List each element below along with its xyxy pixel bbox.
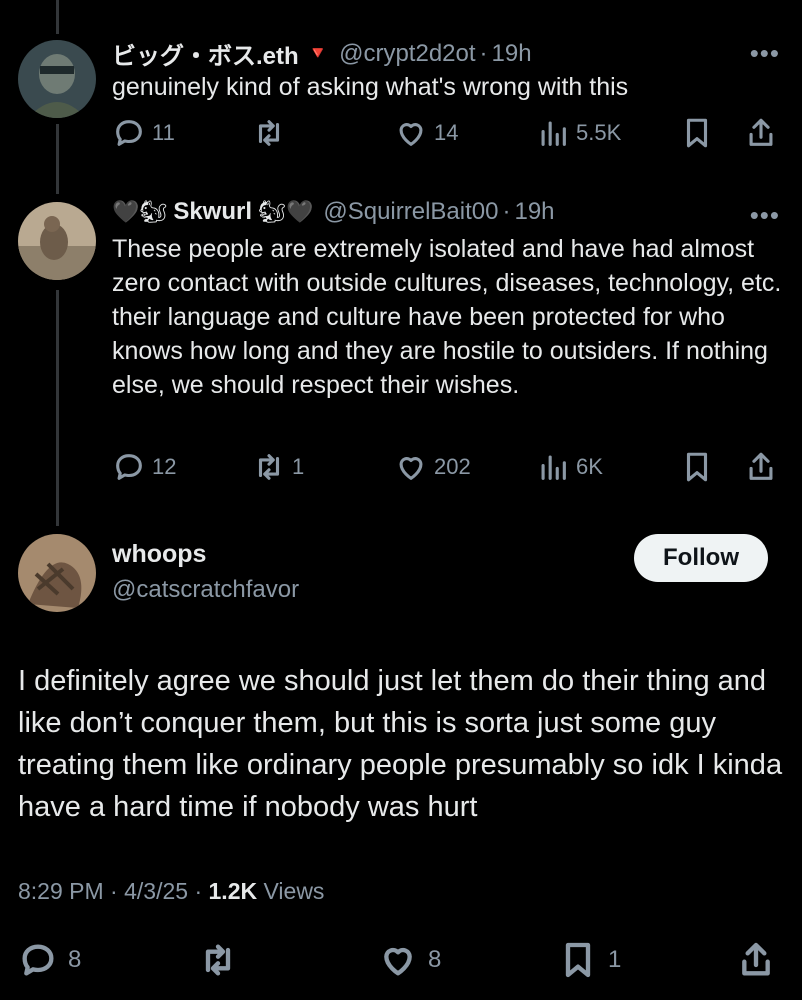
reply-icon: [22, 944, 54, 976]
separator: ·: [110, 878, 118, 904]
views-count: 5.5K: [576, 120, 622, 145]
share-button[interactable]: [736, 940, 776, 980]
share-icon: [749, 118, 773, 146]
bookmark-count: 1: [608, 946, 622, 973]
tweet-meta: 8:29 PM · 4/3/25 · 1.2K Views: [18, 878, 324, 905]
more-icon[interactable]: •••: [750, 200, 780, 231]
separator: ·: [194, 878, 203, 904]
like-count: 14: [434, 120, 459, 145]
avatar[interactable]: [18, 534, 96, 612]
thread-line-1: [56, 124, 59, 194]
username[interactable]: @catscratchfavor: [112, 576, 299, 604]
bookmark-icon: [565, 942, 591, 978]
action-bar: 12 1 202 6K: [112, 450, 782, 490]
bookmark-button[interactable]: [680, 116, 714, 150]
retweet-button[interactable]: [252, 116, 292, 150]
timestamp[interactable]: 19h: [492, 40, 532, 68]
views-count: 1.2K: [208, 878, 258, 904]
main-action-bar: 8 8 1: [18, 940, 788, 984]
reply-button[interactable]: 12: [112, 450, 176, 484]
bookmark-icon: [686, 452, 708, 482]
views-icon: [541, 455, 566, 480]
views-label: Views: [263, 878, 325, 904]
like-icon: [399, 123, 423, 146]
retweet-button[interactable]: [198, 940, 248, 980]
action-bar: 11 14 5.5K: [112, 116, 782, 156]
thread-line-2: [56, 290, 59, 526]
name-badge: 🔻: [306, 43, 330, 63]
views-button[interactable]: 6K: [536, 450, 603, 484]
name-emoji-suffix: 🐿🖤: [258, 199, 314, 224]
share-icon: [749, 452, 773, 480]
tweet-time[interactable]: 8:29 PM: [18, 878, 104, 904]
share-icon: [742, 942, 770, 976]
reply-button[interactable]: 11: [112, 116, 175, 150]
retweet-icon: [205, 944, 231, 976]
follow-button[interactable]: Follow: [634, 534, 768, 582]
views-button[interactable]: 5.5K: [536, 116, 621, 150]
retweet-icon: [258, 454, 280, 480]
views-count: 6K: [576, 454, 603, 479]
display-name[interactable]: ビッグ・ボス.eth: [112, 36, 299, 71]
tweet-text: genuinely kind of asking what's wrong wi…: [112, 73, 629, 101]
avatar[interactable]: [18, 40, 96, 118]
retweet-count: 1: [292, 454, 305, 479]
tweet-text: These people are extremely isolated and …: [112, 235, 782, 399]
separator: ·: [502, 198, 511, 225]
like-button[interactable]: 14: [394, 116, 458, 150]
reply-count: 12: [152, 454, 177, 479]
like-icon: [384, 947, 412, 976]
like-count: 8: [428, 946, 442, 973]
avatar[interactable]: [18, 202, 96, 280]
reply-count: 11: [152, 120, 175, 145]
tweet-text: I definitely agree we should just let th…: [18, 665, 783, 823]
like-button[interactable]: 8: [378, 940, 441, 980]
username[interactable]: @SquirrelBait00: [323, 198, 498, 226]
reply-icon: [116, 120, 142, 146]
tweet-header: ビッグ・ボス.eth 🔻 @crypt2d2ot · 19h: [112, 36, 532, 71]
like-icon: [399, 457, 423, 480]
views-icon: [541, 121, 566, 146]
bookmark-icon: [686, 118, 708, 148]
share-button[interactable]: [744, 450, 778, 484]
bookmark-button[interactable]: 1: [558, 940, 621, 980]
retweet-icon: [258, 120, 280, 146]
name-emoji-prefix: 🖤🐿: [112, 199, 168, 224]
reply-button[interactable]: 8: [18, 940, 81, 980]
timestamp[interactable]: 19h: [514, 198, 554, 226]
tweet-date[interactable]: 4/3/25: [124, 878, 188, 904]
thread-line-top: [56, 0, 59, 34]
like-count: 202: [434, 454, 471, 479]
bookmark-button[interactable]: [680, 450, 714, 484]
reply-icon: [116, 454, 142, 480]
display-name[interactable]: Skwurl: [173, 198, 252, 226]
username[interactable]: @crypt2d2ot: [339, 40, 475, 68]
tweet-header: 🖤🐿 Skwurl 🐿🖤 @SquirrelBait00 · 19h: [112, 198, 555, 226]
like-button[interactable]: 202: [394, 450, 471, 484]
reply-count: 8: [68, 946, 82, 973]
display-name[interactable]: whoops: [112, 540, 206, 569]
share-button[interactable]: [744, 116, 778, 150]
retweet-button[interactable]: 1: [252, 450, 304, 484]
more-icon[interactable]: •••: [750, 38, 780, 69]
separator: ·: [479, 39, 488, 67]
